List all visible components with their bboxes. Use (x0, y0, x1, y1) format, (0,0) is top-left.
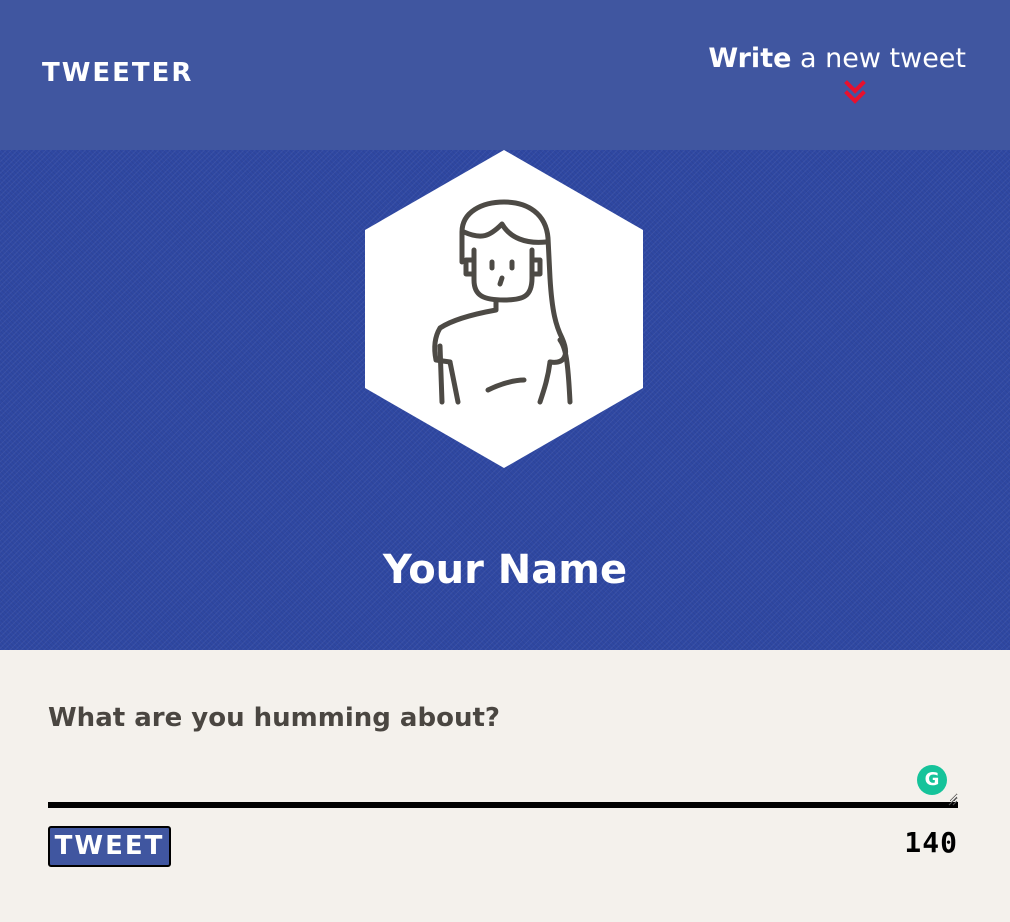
top-nav: TWEETER Write a new tweet (0, 0, 1010, 150)
tweet-prompt-label: What are you humming about? (48, 703, 500, 733)
display-name: Your Name (382, 547, 628, 593)
tweet-composer: What are you humming about? G TWEET 140 (0, 650, 1010, 922)
character-counter: 140 (904, 826, 958, 859)
user-avatar-icon (365, 150, 643, 468)
profile-hero: Your Name (0, 150, 1010, 650)
avatar (364, 150, 644, 470)
resize-handle-icon[interactable] (948, 796, 958, 806)
brand-logo[interactable]: TWEETER (42, 58, 193, 88)
tweet-button[interactable]: TWEET (48, 826, 171, 867)
double-chevron-down-icon[interactable] (844, 80, 866, 106)
write-tweet-toggle[interactable]: Write a new tweet (706, 42, 966, 76)
grammarly-icon[interactable]: G (917, 765, 947, 795)
new-tweet-label: a new tweet (791, 43, 966, 74)
write-label: Write (708, 43, 792, 74)
tweet-textarea[interactable] (48, 750, 958, 808)
